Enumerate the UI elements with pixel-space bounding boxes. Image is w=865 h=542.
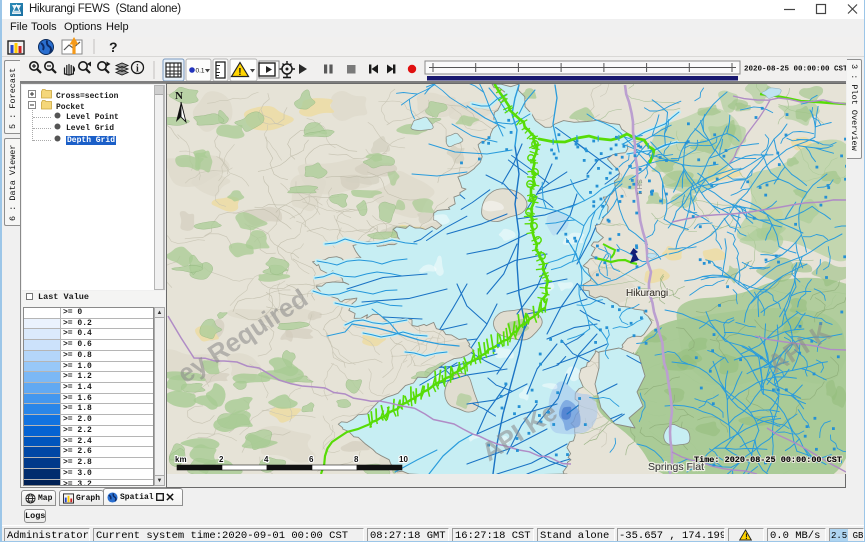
svg-text:i: i <box>136 64 139 75</box>
svg-text:Hikurangi: Hikurangi <box>626 288 668 299</box>
svg-text:!: ! <box>744 533 749 541</box>
svg-text:10: 10 <box>399 455 408 464</box>
svg-text:N: N <box>175 90 183 102</box>
svg-text:?: ? <box>109 39 118 55</box>
svg-text:2020-08-25 00:00:00 CST: 2020-08-25 00:00:00 CST <box>744 66 846 74</box>
svg-text:SH 1: SH 1 <box>635 179 644 196</box>
svg-text:km: km <box>175 455 187 464</box>
svg-text:2: 2 <box>219 455 224 464</box>
svg-text:8: 8 <box>354 455 359 464</box>
svg-text:0.1: 0.1 <box>196 68 205 75</box>
svg-text:6: 6 <box>309 455 314 464</box>
svg-text:!: ! <box>238 67 241 78</box>
svg-text:4: 4 <box>264 455 269 464</box>
svg-text:Time: 2020-08-25 00:00:00 CST: Time: 2020-08-25 00:00:00 CST <box>694 455 842 465</box>
